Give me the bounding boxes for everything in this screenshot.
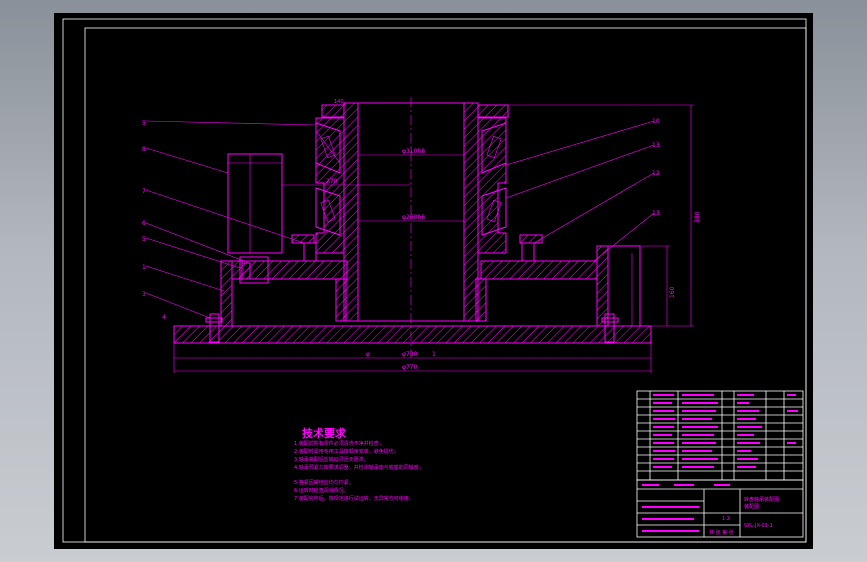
right-wall: [596, 245, 609, 327]
cad-canvas: 5 8 7 6 5 1 3 4 10 13 12 13 140 φ310h6 2…: [62, 18, 807, 543]
part-label: 10: [652, 118, 660, 125]
tech-note: 5.各紧固螺栓应均匀拧紧；: [294, 479, 354, 486]
dimension-text: φ: [366, 351, 370, 358]
left-wall: [220, 260, 233, 327]
part-label: 5: [142, 120, 146, 127]
drawing-subname: 装配图: [744, 503, 759, 510]
part-label: 12: [652, 170, 660, 177]
part-label: 8: [142, 146, 146, 153]
sheet-label: 共 张 第 张: [709, 529, 734, 536]
tech-notes: 1.装配前所有零件必须清洗干净并检查； 2.装配时需用专用工具按顺序安装，避免损…: [294, 440, 424, 502]
part-label: 3: [142, 291, 146, 298]
part-label: 6: [142, 220, 146, 227]
outer-frame: [62, 18, 807, 543]
dimension-text: 140: [334, 99, 344, 105]
dimension-text: φ730: [402, 351, 418, 358]
tech-note: 2.装配时需用专用工具按顺序安装，避免损伤；: [294, 448, 399, 455]
part-label: 13: [652, 210, 660, 217]
dimension-text: φ310h6: [402, 148, 425, 155]
dimension-text: 1: [432, 351, 436, 358]
drawing-name: 转盘轴承装配图: [744, 496, 779, 503]
dimension-text: φ770: [402, 364, 418, 371]
part-label: 5: [142, 236, 146, 243]
parts-list: [636, 390, 804, 481]
tech-note: 1.装配前所有零件必须清洗干净并检查；: [294, 440, 384, 447]
part-label: 4: [162, 314, 166, 321]
part-label: 7: [142, 188, 146, 195]
inner-frame: [84, 27, 807, 543]
dimension-text: 380: [694, 211, 701, 223]
part-label: 13: [652, 142, 660, 149]
right-flange: [480, 260, 598, 280]
drive-motor: [227, 153, 283, 254]
dimension-text: 270: [326, 178, 338, 185]
tech-note: 4.轴承预紧力按要求调整，并检测轴承座与底座的同轴度；: [294, 464, 424, 471]
tech-note: 6.运转时检查润滑情况；: [294, 487, 349, 494]
assembly-section: [173, 97, 694, 373]
part-label: 1: [142, 264, 146, 271]
tech-note: 3.轴承装配后应转动灵活无阻滞；: [294, 456, 369, 463]
tech-title: 技术要求: [302, 426, 347, 440]
drawing-code: SYL-JX-03-1: [744, 523, 773, 529]
title-block: 转盘轴承装配图 装配图 SYL-JX-03-1 1:2 共 张 第 张: [636, 479, 804, 538]
tech-note: 7.装配完毕后，按规定进行试运转，无异常方可使用。: [294, 495, 414, 502]
drawing-scale: 1:2: [722, 516, 730, 522]
dimension-text: φ260h6: [402, 214, 425, 221]
cad-drawing-viewport[interactable]: 5 8 7 6 5 1 3 4 10 13 12 13 140 φ310h6 2…: [54, 13, 813, 549]
base-plate: [173, 325, 652, 344]
dimension-text: 160: [669, 286, 676, 298]
